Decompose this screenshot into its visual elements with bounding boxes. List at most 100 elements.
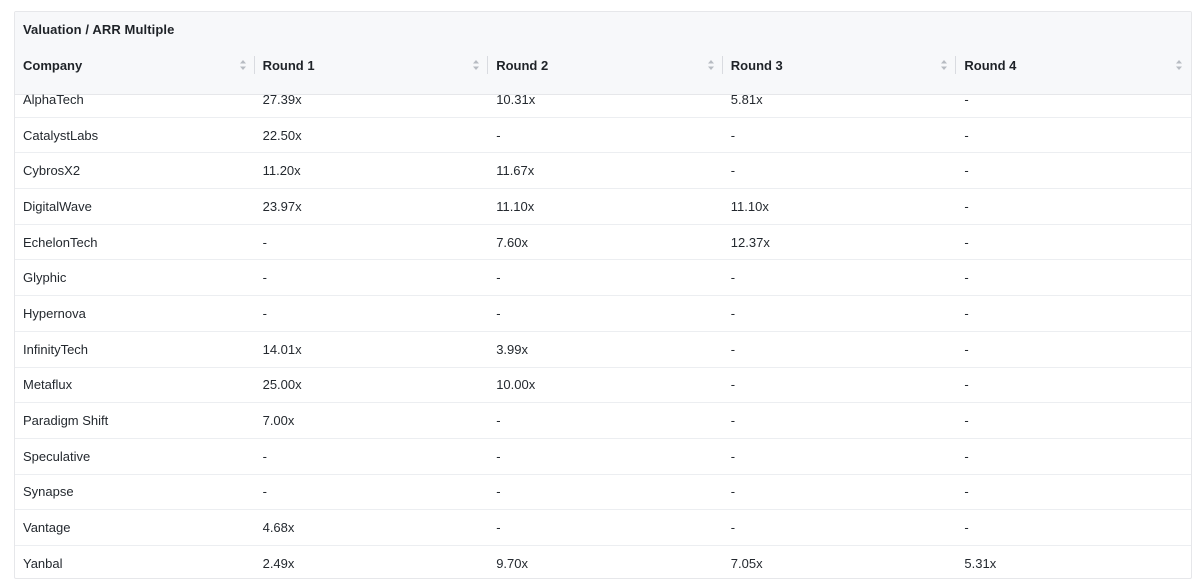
table-row[interactable]: AlphaTech 27.39x 10.31x 5.81x - [15, 82, 1191, 118]
round-2-cell: - [496, 270, 501, 286]
round-1-cell: 14.01x [262, 341, 302, 357]
company-name-cell: Yanbal [23, 556, 63, 572]
sort-icon[interactable] [940, 59, 948, 71]
round-1-cell: 22.50x [262, 127, 302, 143]
column-header-label: Round 4 [964, 57, 1017, 73]
table-row[interactable]: Speculative - - - - [15, 439, 1191, 475]
table-row[interactable]: Hypernova - - - - [15, 296, 1191, 332]
sort-icon[interactable] [239, 59, 247, 71]
round-1-cell: 23.97x [262, 198, 302, 214]
company-name-cell: InfinityTech [23, 341, 89, 357]
company-name-cell: DigitalWave [23, 198, 92, 214]
table-row[interactable]: EchelonTech - 7.60x 12.37x - [15, 225, 1191, 261]
table-body: AlphaTech 27.39x 10.31x 5.81x - CatalystLabs 2… [15, 82, 1191, 578]
round-3-cell: - [730, 377, 736, 393]
table-row[interactable]: Metaflux 25.00x 10.00x - - [15, 368, 1191, 404]
round-4-cell: - [964, 448, 969, 464]
company-name-cell: Synapse [23, 484, 74, 500]
table-row[interactable]: Synapse - - - - [15, 475, 1191, 511]
table-title: Valuation / ARR Multiple [23, 22, 175, 37]
round-1-cell: 27.39x [262, 91, 302, 107]
round-2-cell: 7.60x [496, 234, 529, 250]
column-header-round-1[interactable]: Round 1 [255, 48, 489, 82]
company-name-cell: AlphaTech [23, 91, 84, 107]
sort-icon[interactable] [707, 59, 715, 71]
round-2-cell: - [496, 448, 501, 464]
column-header-round-2[interactable]: Round 2 [488, 48, 723, 82]
company-name-cell: Hypernova [23, 305, 86, 321]
round-1-cell: 2.49x [262, 556, 295, 572]
round-3-cell: - [730, 448, 736, 464]
round-4-cell: - [964, 234, 969, 250]
round-4-cell: - [964, 270, 969, 286]
round-3-cell: - [730, 305, 736, 321]
company-name-cell: Glyphic [23, 270, 67, 286]
round-4-cell: - [964, 413, 969, 429]
round-2-cell: 9.70x [496, 556, 529, 572]
round-2-cell: 10.00x [496, 377, 536, 393]
round-2-cell: - [496, 484, 501, 500]
round-3-cell: 12.37x [730, 234, 770, 250]
round-1-cell: 4.68x [262, 520, 295, 536]
round-3-cell: - [730, 127, 736, 143]
company-name-cell: Vantage [23, 520, 71, 536]
round-4-cell: - [964, 163, 969, 179]
round-2-cell: 3.99x [496, 341, 529, 357]
company-name-cell: CatalystLabs [23, 127, 99, 143]
company-name-cell: EchelonTech [23, 234, 98, 250]
column-header-label: Round 3 [730, 57, 783, 73]
round-2-cell: - [496, 305, 501, 321]
round-2-cell: - [496, 413, 501, 429]
round-4-cell: 5.31x [964, 556, 997, 572]
column-header-label: Round 1 [262, 57, 315, 73]
round-2-cell: - [496, 520, 501, 536]
round-3-cell: 11.10x [730, 198, 769, 214]
table-row[interactable]: CatalystLabs 22.50x - - - [15, 118, 1191, 154]
company-name-cell: Speculative [23, 448, 91, 464]
round-2-cell: - [496, 127, 501, 143]
round-4-cell: - [964, 127, 969, 143]
round-3-cell: - [730, 520, 736, 536]
company-name-cell: Metaflux [23, 377, 73, 393]
sort-icon[interactable] [472, 59, 480, 71]
column-header-round-4[interactable]: Round 4 [956, 48, 1191, 82]
column-header-row: Company Round 1 Round 2 Round 3 Round 4 [15, 48, 1191, 82]
valuation-table-panel: Valuation / ARR Multiple Company Round 1 R… [14, 11, 1192, 579]
round-2-cell: 11.67x [496, 163, 535, 179]
round-2-cell: 10.31x [496, 91, 536, 107]
round-1-cell: - [262, 448, 267, 464]
sort-icon[interactable] [1175, 59, 1183, 71]
table-row[interactable]: Vantage 4.68x - - - [15, 510, 1191, 546]
round-4-cell: - [964, 305, 969, 321]
column-header-label: Round 2 [496, 57, 549, 73]
round-3-cell: 5.81x [730, 91, 763, 107]
table-row[interactable]: InfinityTech 14.01x 3.99x - - [15, 332, 1191, 368]
round-4-cell: - [964, 520, 969, 536]
round-1-cell: 11.20x [262, 163, 301, 179]
round-1-cell: - [262, 305, 267, 321]
round-2-cell: 11.10x [496, 198, 535, 214]
round-1-cell: - [262, 270, 267, 286]
company-name-cell: Paradigm Shift [23, 413, 109, 429]
round-1-cell: 25.00x [262, 377, 302, 393]
round-4-cell: - [964, 91, 969, 107]
round-4-cell: - [964, 377, 969, 393]
round-4-cell: - [964, 198, 969, 214]
round-3-cell: - [730, 270, 736, 286]
round-4-cell: - [964, 341, 969, 357]
table-row[interactable]: DigitalWave 23.97x 11.10x 11.10x - [15, 189, 1191, 225]
column-header-company[interactable]: Company [15, 48, 255, 82]
round-3-cell: - [730, 413, 736, 429]
table-row[interactable]: Paradigm Shift 7.00x - - - [15, 403, 1191, 439]
round-1-cell: - [262, 234, 267, 250]
round-3-cell: - [730, 163, 736, 179]
round-1-cell: - [262, 484, 267, 500]
column-header-round-3[interactable]: Round 3 [723, 48, 957, 82]
table-row[interactable]: CybrosX2 11.20x 11.67x - - [15, 153, 1191, 190]
round-3-cell: 7.05x [730, 556, 763, 572]
round-4-cell: - [964, 484, 969, 500]
table-row[interactable]: Yanbal 2.49x 9.70x 7.05x 5.31x [15, 546, 1191, 578]
table-row[interactable]: Glyphic - - - - [15, 260, 1191, 297]
round-3-cell: - [730, 484, 736, 500]
round-3-cell: - [730, 341, 736, 357]
